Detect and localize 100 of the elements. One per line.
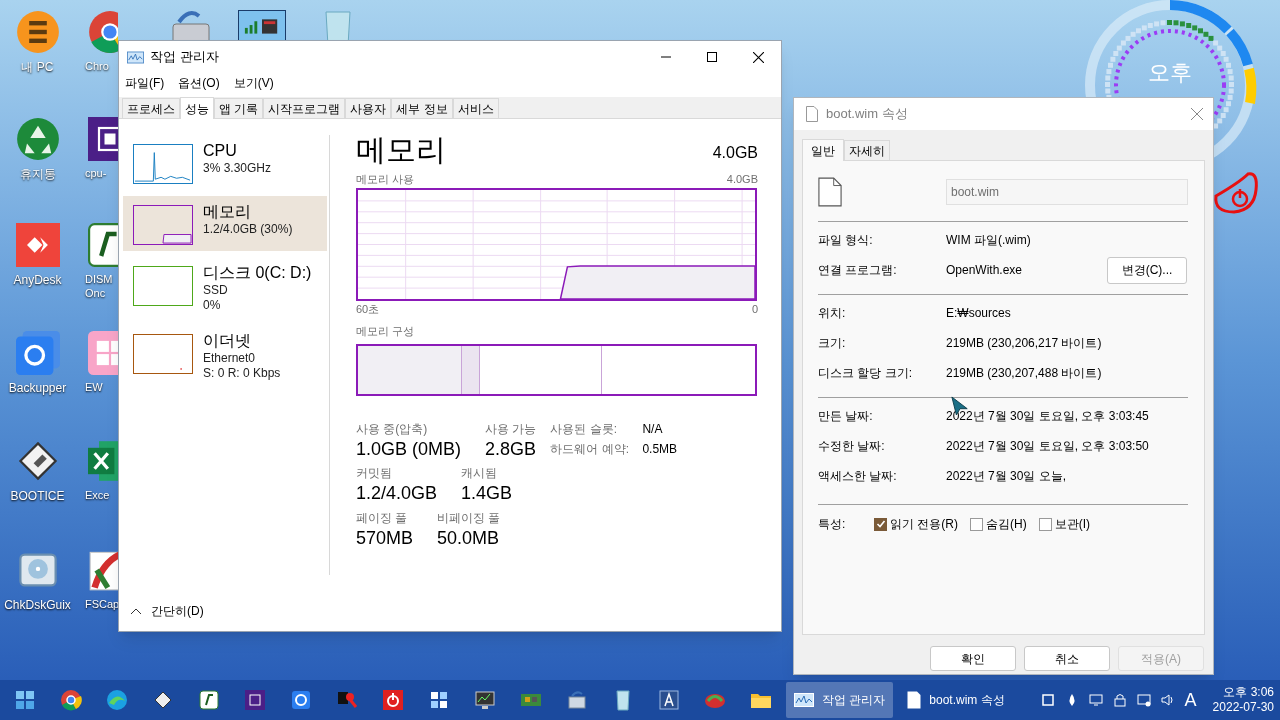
- total-memory: 4.0GB: [712, 143, 758, 163]
- menu-item[interactable]: 파일(F): [125, 74, 165, 92]
- file-icon: [907, 691, 922, 709]
- item-detail: Ethernet0: [203, 351, 257, 366]
- item-detail: S: 0 R: 0 Kbps: [203, 366, 281, 381]
- fact-value: N/A: [642, 420, 663, 438]
- stat-label: 사용 가능: [485, 420, 537, 438]
- field-value: WIM 파일(.wim): [946, 232, 1031, 249]
- browser-icon[interactable]: [60, 689, 82, 711]
- recycle-icon[interactable]: [15, 117, 60, 161]
- tab[interactable]: 세부 정보: [391, 98, 453, 118]
- sidebar-item[interactable]: 이더넷 Ethernet0 S: 0 R: 0 Kbps: [123, 325, 327, 387]
- letter-tile-icon[interactable]: [658, 689, 680, 711]
- app-icon: [127, 50, 144, 64]
- browser-wave-icon[interactable]: [106, 689, 128, 711]
- checkbox[interactable]: 읽기 전용(R): [874, 515, 958, 533]
- field-value: 2022년 7월 30일 토요일, 오후 3:03:50: [946, 438, 1149, 455]
- field-label: 크기:: [818, 335, 847, 352]
- field-value: 219MB (230,206,217 바이트): [946, 335, 1102, 352]
- item-title: 디스크 0(C: D:): [203, 263, 312, 283]
- sidebar-item[interactable]: 메모리 1.2/4.0GB (30%): [123, 196, 327, 251]
- stat-label: 캐시됨: [461, 465, 499, 482]
- display-icon[interactable]: [1088, 693, 1103, 707]
- icon-label: Exce: [85, 489, 111, 503]
- input-indicator[interactable]: A: [1184, 686, 1197, 714]
- menu-item[interactable]: 옵션(O): [178, 74, 220, 92]
- icon-label: cpu-: [85, 167, 108, 181]
- field-value: E:₩sources: [946, 305, 1011, 322]
- stat-value: 1.4GB: [461, 482, 513, 505]
- chevron-up-icon[interactable]: [131, 608, 141, 614]
- stat-value: 570MB: [356, 526, 414, 549]
- tab[interactable]: 시작프로그램: [263, 98, 346, 118]
- window-title: boot.wim 속성: [826, 105, 908, 124]
- sidebar-item[interactable]: CPU 3% 3.30GHz: [123, 135, 327, 190]
- maximize-icon: [707, 52, 717, 62]
- windows-logo-icon[interactable]: [85, 331, 118, 375]
- tab[interactable]: 성능: [180, 97, 214, 119]
- file-icon: [806, 106, 818, 122]
- axis-label: 60초: [356, 301, 380, 317]
- list-disc-icon[interactable]: [15, 10, 60, 54]
- lock-icon[interactable]: [1112, 693, 1127, 707]
- tile-icon[interactable]: [85, 223, 118, 267]
- tab[interactable]: 자세히: [844, 140, 890, 160]
- power-icon[interactable]: [382, 689, 404, 711]
- fact-label: 하드웨어 예약:: [550, 440, 631, 458]
- grid-icon[interactable]: [428, 689, 450, 711]
- icon-label: DISM Onc: [85, 273, 114, 301]
- close-icon: [752, 51, 764, 63]
- taskbar-button[interactable]: boot.wim 속성: [899, 682, 1013, 718]
- tab[interactable]: 프로세스: [122, 98, 180, 118]
- start-icon[interactable]: [14, 689, 36, 711]
- field-label: 위치:: [818, 305, 847, 322]
- field-label: 파일 형식:: [818, 232, 874, 249]
- fact-value: 0.5MB: [642, 440, 678, 458]
- dialog-button[interactable]: 취소: [1024, 646, 1110, 671]
- menu-item[interactable]: 보기(V): [233, 74, 274, 92]
- checkbox[interactable]: 보관(I): [1038, 515, 1090, 533]
- tile-icon[interactable]: [198, 689, 220, 711]
- square-icon[interactable]: [1040, 693, 1055, 707]
- monitor-icon[interactable]: [474, 689, 496, 711]
- speaker-icon[interactable]: [1160, 693, 1175, 707]
- icon-label: 내 PC: [21, 60, 54, 75]
- field-label: 수정한 날짜:: [818, 438, 886, 455]
- clock-date[interactable]: 2022-07-30: [1212, 700, 1274, 715]
- change-button[interactable]: 변경(C)...: [1107, 256, 1187, 284]
- icon-label: Chro: [85, 60, 110, 74]
- chart-label: 메모리 구성: [356, 324, 416, 339]
- file-icon: [818, 177, 842, 207]
- sync-icon[interactable]: [290, 689, 312, 711]
- stat-value: 1.0GB (0MB): [356, 437, 462, 460]
- dialog-button[interactable]: 확인: [930, 646, 1016, 671]
- file-name-field[interactable]: boot.wim: [946, 179, 1188, 205]
- drive-icon[interactable]: [566, 689, 588, 711]
- item-title: CPU: [203, 141, 238, 161]
- sidebar-item[interactable]: 디스크 0(C: D:) SSD 0%: [123, 257, 327, 319]
- field-value: 2022년 7월 30일 토요일, 오후 3:03:45: [946, 408, 1149, 425]
- item-detail: SSD: [203, 283, 229, 298]
- stat-value: 2.8GB: [485, 437, 537, 460]
- sync-icon[interactable]: [15, 331, 60, 375]
- fact-label: 사용된 슬롯:: [550, 420, 619, 438]
- tab[interactable]: 서비스: [452, 98, 499, 118]
- close-icon[interactable]: [1191, 108, 1203, 120]
- tab[interactable]: 사용자: [345, 98, 392, 118]
- field-value: 219MB (230,207,488 바이트): [946, 365, 1102, 382]
- network-icon[interactable]: [1136, 693, 1151, 707]
- icon-label: AnyDesk: [13, 273, 62, 288]
- tab[interactable]: 앱 기록: [214, 98, 264, 118]
- stat-label: 커밋됨: [356, 465, 393, 482]
- taskbar-button[interactable]: 작업 관리자: [786, 682, 894, 718]
- tab[interactable]: 일반: [802, 139, 844, 161]
- checkbox[interactable]: 숨김(H): [970, 515, 1027, 533]
- chip-icon[interactable]: [85, 117, 118, 161]
- clock-period: 오후: [1148, 62, 1192, 84]
- network-monitor-icon[interactable]: [238, 10, 286, 42]
- field-value: 2022년 7월 30일 오늘,: [946, 468, 1067, 485]
- collapse-link[interactable]: 간단히(D): [151, 602, 204, 620]
- stat-value: 50.0MB: [437, 526, 501, 549]
- window-title: 작업 관리자: [150, 48, 219, 67]
- clock-time[interactable]: 오후 3:06: [1223, 685, 1274, 700]
- icon-label: ChkDskGuix: [4, 598, 71, 613]
